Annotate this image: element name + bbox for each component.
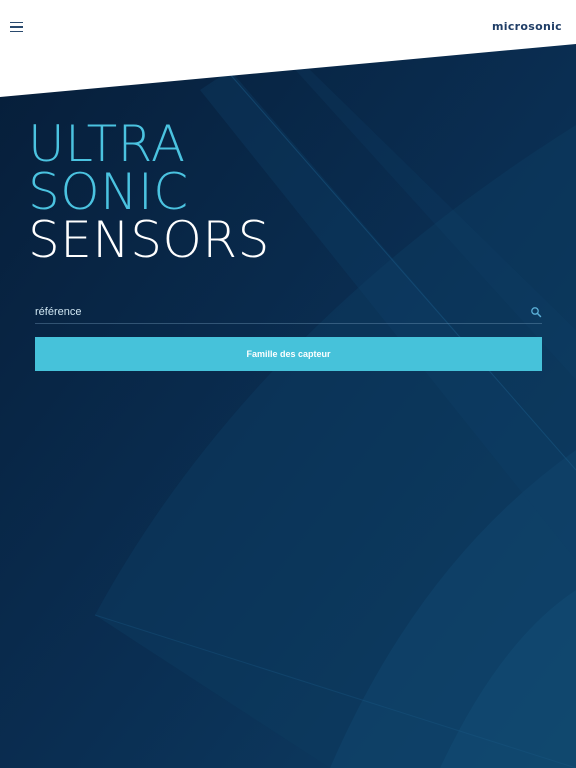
menu-line [10, 21, 23, 24]
sensor-family-button[interactable]: Famille des capteur [35, 337, 542, 371]
hero-line-ultra: ULTRA [28, 115, 186, 173]
app-screen: microsonic ULTRA SONIC SENSORS Famille d… [0, 0, 576, 768]
search-input[interactable] [35, 303, 515, 321]
hero-title: ULTRA SONIC SENSORS [28, 115, 270, 269]
microsonic-logo: microsonic [492, 20, 562, 33]
hamburger-menu-icon[interactable] [10, 18, 28, 36]
search-field [35, 303, 542, 324]
menu-line [10, 26, 23, 28]
menu-line [10, 30, 23, 33]
search-icon[interactable] [530, 306, 542, 318]
hero-line-sensors: SENSORS [28, 211, 270, 269]
hero-line-sonic: SONIC [28, 163, 189, 221]
